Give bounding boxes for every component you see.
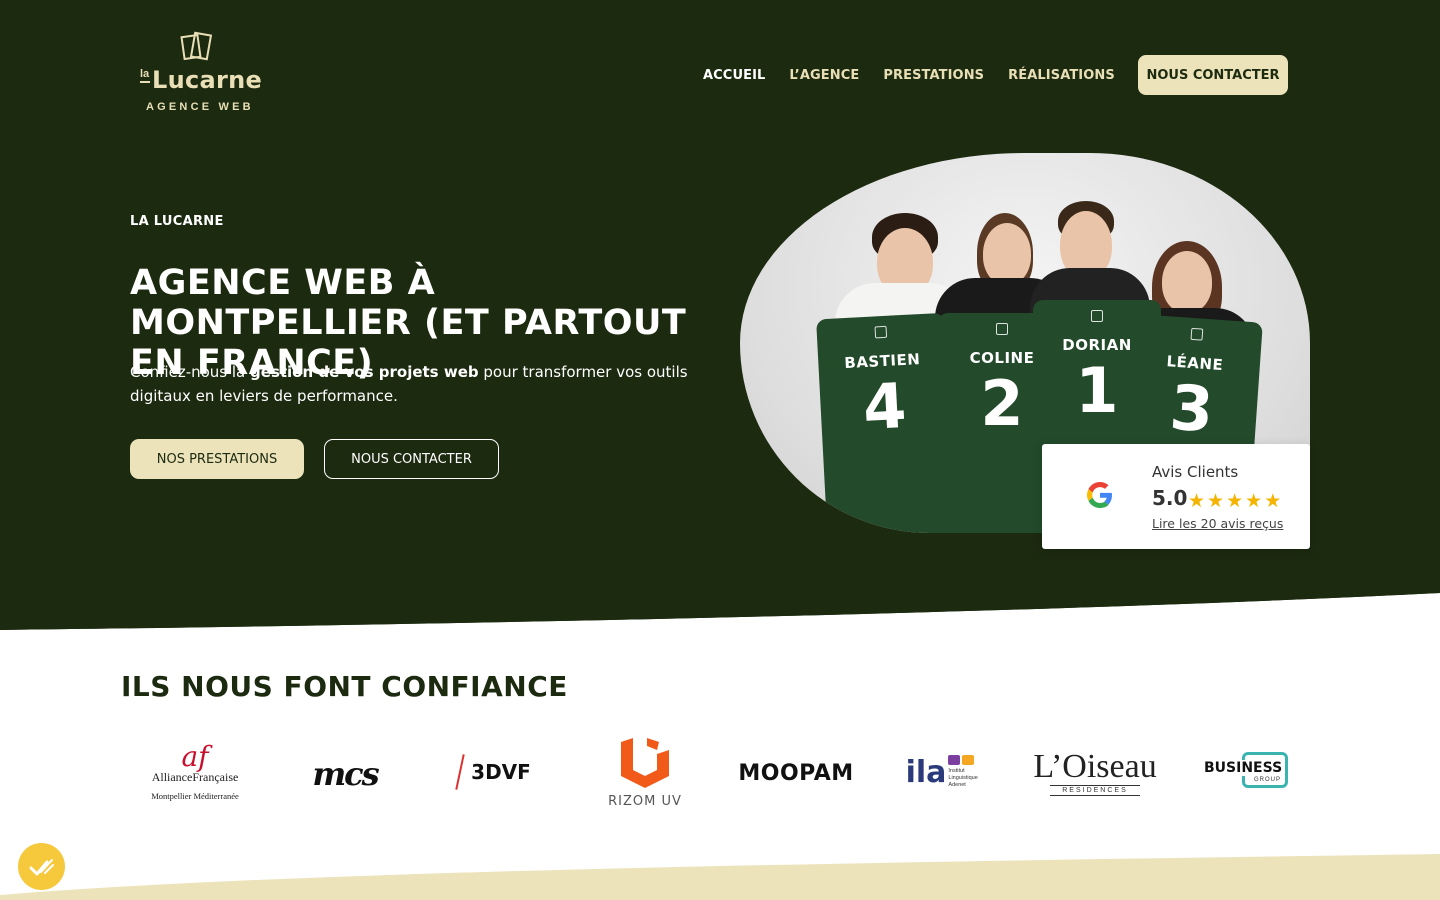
logo-business-group: BUSINESS GROUP (1200, 750, 1290, 798)
logo-prefix: la (140, 68, 151, 83)
jersey-logo-icon (874, 325, 888, 339)
logo-name: Lucarne (152, 66, 263, 94)
review-stars: ★ ★ ★ ★ ★ (1188, 492, 1281, 511)
jersey-bastien: BASTIEN 4 (816, 312, 956, 533)
3dvf-slash (455, 754, 465, 790)
jersey-logo-icon (996, 323, 1008, 335)
logo-ila: ila Institut Linguistique Adenet (902, 748, 992, 796)
ila-aside: Institut Linguistique Adenet (948, 755, 988, 789)
ila-sub: Institut Linguistique Adenet (948, 768, 978, 788)
loiseau-sub: RESIDENCES (1050, 784, 1140, 796)
jersey-number: 4 (861, 368, 909, 445)
prestations-button[interactable]: NOS PRESTATIONS (130, 439, 304, 479)
hero-wave-divider (0, 585, 1440, 645)
logo-moopam: MOOPAM (738, 758, 854, 788)
alliance-sub: Montpellier Méditerranée (151, 791, 239, 801)
logo-loiseau: L’Oiseau RESIDENCES (1033, 744, 1157, 800)
hero-description-bold: gestion de vos projets web (250, 363, 479, 381)
nav-agence[interactable]: L’AGENCE (789, 68, 859, 83)
nav-prestations[interactable]: PRESTATIONS (883, 68, 984, 83)
loiseau-text: L’Oiseau (1033, 747, 1157, 785)
star-icon: ★ (1245, 491, 1263, 512)
moopam-text: MOOPAM (738, 760, 854, 786)
logo-tagline: AGENCE WEB (146, 101, 254, 113)
ila-bubbles (948, 755, 988, 765)
google-icon (1087, 482, 1112, 508)
ila-text: ila (905, 754, 947, 790)
review-score: 5.0 (1152, 486, 1188, 510)
bottom-wave-divider (0, 854, 1440, 900)
star-icon: ★ (1207, 491, 1225, 512)
clients-title: ILS NOUS FONT CONFIANCE (121, 670, 568, 703)
logo-window-icon (180, 31, 213, 61)
logo-mcs: mcs (293, 755, 397, 793)
rizom-uv-text: RIZOM UV (608, 794, 682, 809)
jersey-number: 3 (1167, 370, 1216, 447)
hero-contact-button[interactable]: NOUS CONTACTER (324, 439, 499, 479)
header-contact-button[interactable]: NOUS CONTACTER (1138, 55, 1288, 95)
review-title: Avis Clients (1152, 463, 1239, 481)
jersey-logo-icon (1190, 327, 1204, 341)
hero-description: Confiez-nous la gestion de vos projets w… (130, 360, 690, 408)
logo-3dvf: 3DVF (455, 752, 535, 792)
star-icon: ★ (1264, 491, 1282, 512)
alliance-name: AllianceFrançaise (151, 770, 239, 784)
main-nav: ACCUEIL L’AGENCE PRESTATIONS RÉALISATION… (703, 68, 1115, 83)
face-shape (983, 223, 1031, 285)
jersey-logo-icon (1091, 310, 1103, 322)
business-text: BUSINESS (1204, 760, 1285, 776)
client-logos: af AllianceFrançaise Montpellier Méditer… (0, 730, 1440, 820)
logo-alliance-francaise: af AllianceFrançaise Montpellier Méditer… (145, 740, 245, 805)
logo-rizom-uv: RIZOM UV (605, 735, 685, 810)
nav-accueil[interactable]: ACCUEIL (703, 68, 765, 83)
group-text: GROUP (1254, 777, 1282, 783)
face-shape (1162, 251, 1212, 313)
star-icon: ★ (1226, 491, 1244, 512)
ila-bubble-icon (948, 755, 961, 765)
alliance-mark: af (181, 740, 209, 773)
mcs-text: mcs (312, 755, 379, 793)
business-group-mark: BUSINESS GROUP (1202, 752, 1288, 796)
hero-kicker: LA LUCARNE (130, 214, 224, 229)
cookie-consent-button[interactable] (18, 843, 65, 890)
ila-bubble-icon (962, 755, 975, 765)
check-icon (29, 858, 54, 875)
3dvf-text: 3DVF (471, 760, 531, 784)
site-logo[interactable]: la Lucarne AGENCE WEB (139, 30, 269, 120)
nav-realisations[interactable]: RÉALISATIONS (1008, 68, 1115, 83)
rizom-uv-icon (621, 738, 669, 788)
hero-description-start: Confiez-nous la (130, 363, 251, 381)
star-icon: ★ (1188, 491, 1206, 512)
read-reviews-link[interactable]: Lire les 20 avis reçus (1152, 516, 1283, 531)
google-review-card: Avis Clients 5.0 ★ ★ ★ ★ ★ Lire les 20 a… (1042, 444, 1310, 549)
